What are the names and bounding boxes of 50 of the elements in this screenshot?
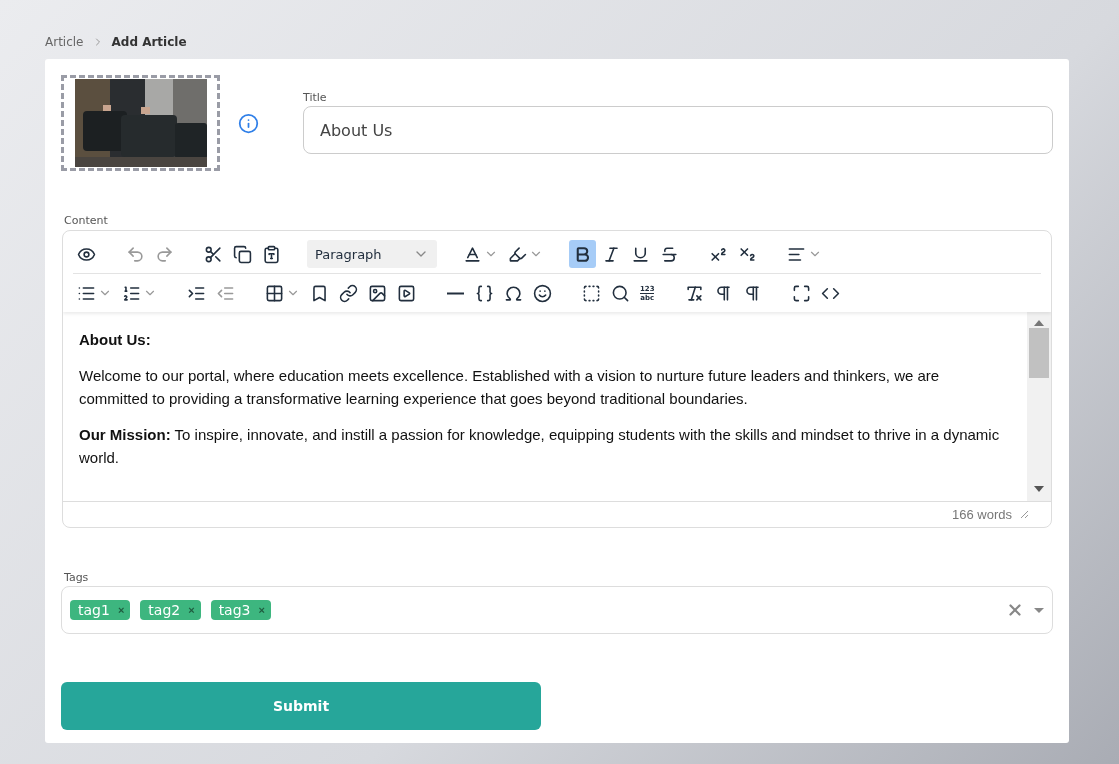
text-color-icon bbox=[463, 244, 482, 264]
horizontal-line-icon bbox=[446, 291, 465, 295]
tag-chip: tag1 × bbox=[70, 600, 131, 620]
tag-chip: tag3 × bbox=[210, 600, 271, 620]
media-icon bbox=[397, 283, 416, 303]
omega-icon bbox=[504, 283, 523, 303]
bookmark-icon bbox=[310, 283, 329, 303]
undo-icon bbox=[126, 244, 145, 264]
info-icon[interactable] bbox=[238, 113, 259, 134]
paste-text-icon bbox=[262, 244, 281, 264]
clear-format-icon bbox=[684, 283, 704, 303]
cut-icon bbox=[204, 244, 223, 264]
submit-button[interactable]: Submit bbox=[61, 682, 541, 730]
word-count: 166 words bbox=[952, 507, 1012, 522]
remove-tag-button[interactable]: × bbox=[188, 604, 195, 616]
breadcrumb-current: Add Article bbox=[111, 35, 187, 49]
search-icon bbox=[611, 283, 630, 303]
numbered-list-icon bbox=[122, 283, 141, 303]
code-sample-icon bbox=[475, 283, 494, 303]
strikethrough-icon bbox=[660, 244, 679, 264]
block-format-select[interactable]: Paragraph bbox=[307, 240, 437, 268]
scrollbar[interactable] bbox=[1027, 312, 1051, 501]
content-heading: About Us: bbox=[79, 330, 152, 350]
select-all-icon bbox=[582, 283, 601, 303]
image-upload[interactable] bbox=[61, 75, 220, 171]
emoji-icon bbox=[533, 283, 552, 303]
content-paragraph: Welcome to our portal, where education meets excellence. Established with a vision to nurture future leaders and thinkers, we are committed to providing a transformative learning experience that goes beyond traditional boundaries. bbox=[79, 366, 941, 409]
highlighter-icon bbox=[508, 244, 527, 264]
image-icon bbox=[368, 283, 387, 303]
italic-icon bbox=[602, 244, 621, 264]
field-label: Tags bbox=[64, 571, 89, 584]
tags-field[interactable]: tag1 × tag2 × tag3 × bbox=[61, 586, 1053, 634]
field-label: Title bbox=[303, 91, 328, 104]
resize-handle-icon[interactable] bbox=[1020, 510, 1029, 519]
tag-chip: tag2 × bbox=[140, 600, 201, 620]
fullscreen-icon bbox=[791, 283, 811, 303]
table-icon bbox=[265, 283, 284, 303]
content-paragraph: Our Mission: To inspire, innovate, and instill a passion for knowledge, equipping students with the skills and mindset to thrive in a dynamic world. bbox=[79, 425, 1001, 468]
field-label: Content bbox=[64, 214, 108, 227]
title-input[interactable]: About Us bbox=[303, 106, 1053, 154]
remove-tag-button[interactable]: × bbox=[117, 604, 125, 616]
copy-icon bbox=[233, 244, 252, 264]
redo-icon bbox=[155, 244, 174, 264]
underline-icon bbox=[631, 244, 650, 264]
breadcrumb-link[interactable]: Article bbox=[45, 35, 84, 49]
caret-icon[interactable] bbox=[1034, 607, 1044, 613]
clear-icon[interactable] bbox=[1006, 601, 1024, 619]
bold-button[interactable] bbox=[569, 240, 596, 268]
link-icon bbox=[339, 283, 358, 303]
remove-tag-button[interactable]: × bbox=[258, 604, 265, 616]
